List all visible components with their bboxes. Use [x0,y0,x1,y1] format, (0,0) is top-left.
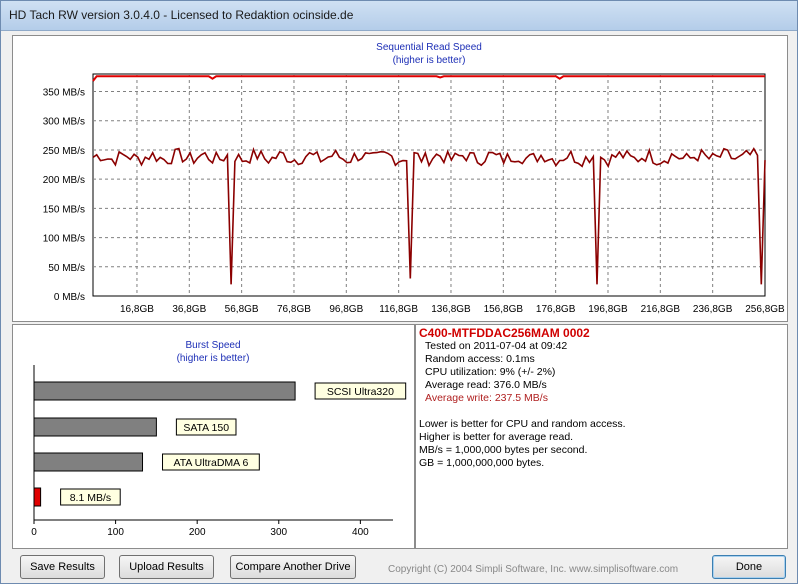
average-read: Average read: 376.0 MB/s [425,379,547,391]
y-tick-label: 300 MB/s [43,117,85,128]
x-tick-label: 116,8GB [379,304,418,315]
x-tick-label: 56,8GB [225,304,259,315]
bar-label: ATA UltraDMA 6 [173,457,248,469]
done-button[interactable]: Done [712,555,786,579]
x-tick-label: 100 [107,527,124,538]
y-tick-label: 350 MB/s [43,88,85,99]
note-lower-better: Lower is better for CPU and random acces… [419,418,626,430]
x-tick-label: 200 [189,527,206,538]
results-info: C400-MTFDDAC256MAM 0002 Tested on 2011-0… [419,326,789,470]
save-results-button[interactable]: Save Results [20,555,105,579]
x-tick-label: 256,8GB [745,304,785,315]
chart-title: Burst Speed [185,340,240,351]
upload-results-button[interactable]: Upload Results [119,555,214,579]
x-tick-label: 236,8GB [693,304,733,315]
average-write: Average write: 237.5 MB/s [425,392,548,404]
app-window: HD Tach RW version 3.0.4.0 - Licensed to… [0,0,798,584]
burst-bar [33,487,42,507]
x-tick-label: 156,8GB [484,304,524,315]
x-tick-label: 300 [270,527,287,538]
x-tick-label: 16,8GB [120,304,154,315]
compare-drive-button[interactable]: Compare Another Drive [230,555,356,579]
x-tick-label: 136,8GB [431,304,471,315]
chart-title: Sequential Read Speed [376,42,482,53]
sequential-read-panel: Sequential Read Speed (higher is better) 0… [12,35,788,322]
y-tick-label: 0 MB/s [54,292,85,303]
plot-area [92,73,766,297]
y-tick-label: 150 MB/s [43,204,85,215]
x-tick-label: 216,8GB [641,304,681,315]
tested-date: Tested on 2011-07-04 at 09:42 [425,340,568,352]
note-gb-definition: GB = 1,000,000,000 bytes. [419,457,545,469]
burst-bar [33,417,157,437]
y-tick-label: 200 MB/s [43,175,85,186]
x-tick-label: 76,8GB [277,304,311,315]
drive-name: C400-MTFDDAC256MAM 0002 [419,326,590,340]
burst-bar [33,452,144,472]
copyright-text: Copyright (C) 2004 Simpli Software, Inc.… [388,564,679,575]
x-tick-label: 0 [31,527,37,538]
x-tick-label: 176,8GB [536,304,576,315]
burst-speed-panel: Burst Speed (higher is better) 0 100 200 300 4… [12,324,415,549]
y-tick-label: 100 MB/s [43,234,85,245]
chart-subtitle: (higher is better) [177,353,250,364]
burst-speed-chart: Burst Speed (higher is better) 0 100 200 300 4… [31,340,407,538]
random-access: Random access: 0.1ms [425,353,535,365]
bar-label: SCSI Ultra320 [327,386,394,398]
y-tick-label: 50 MB/s [48,263,85,274]
title-bar[interactable]: HD Tach RW version 3.0.4.0 - Licensed to… [1,1,797,31]
note-higher-better: Higher is better for average read. [419,431,574,443]
chart-subtitle: (higher is better) [393,55,466,66]
note-mbs-definition: MB/s = 1,000,000 bytes per second. [419,444,588,456]
y-tick-label: 250 MB/s [43,146,85,157]
sequential-read-chart: Sequential Read Speed (higher is better) 0… [43,42,785,315]
x-tick-label: 196,8GB [588,304,628,315]
burst-bar [33,381,296,401]
bar-label: SATA 150 [183,422,229,434]
x-tick-label: 96,8GB [329,304,363,315]
bar-label: 8.1 MB/s [70,492,111,504]
window-title: HD Tach RW version 3.0.4.0 - Licensed to… [9,8,354,22]
x-tick-label: 400 [352,527,369,538]
x-tick-label: 36,8GB [172,304,206,315]
cpu-utilization: CPU utilization: 9% (+/- 2%) [425,366,556,378]
